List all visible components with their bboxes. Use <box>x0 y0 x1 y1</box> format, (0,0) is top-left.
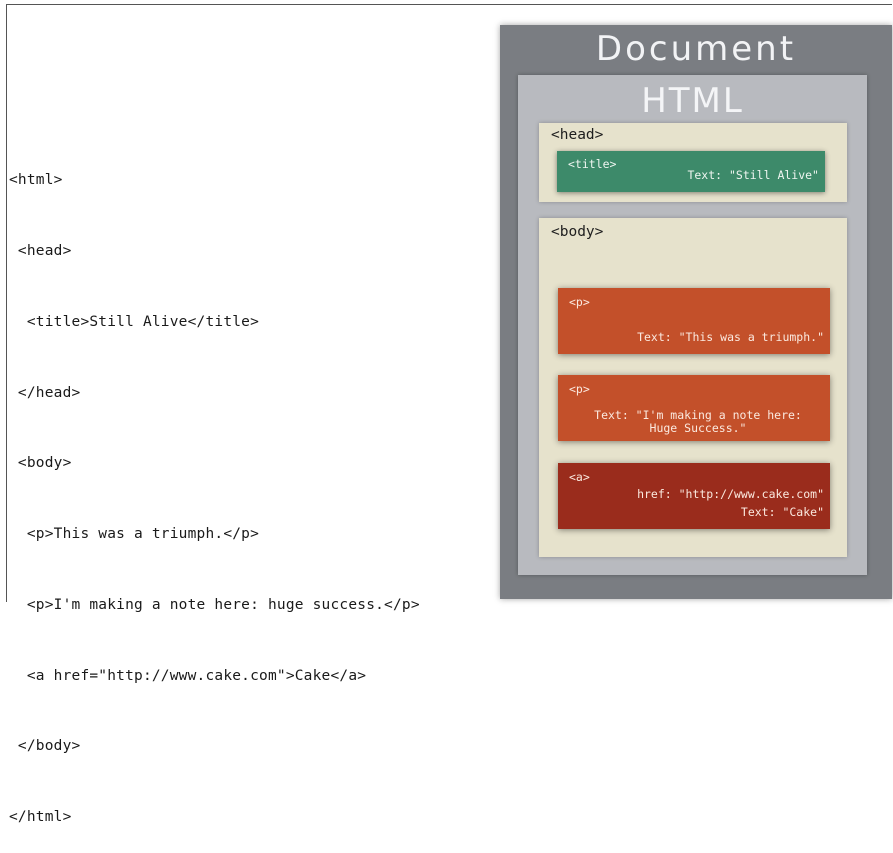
html-label: HTML <box>641 81 744 121</box>
p2-text-line-2: Huge Success." <box>649 421 747 435</box>
a-text: Text: "Cake" <box>740 505 824 519</box>
title-text: Text: "Still Alive" <box>687 168 819 182</box>
anchor-node: <a> href: "http://www.cake.com" Text: "C… <box>558 463 830 529</box>
document-node: Document HTML <head> <title> Text: "Stil… <box>500 25 892 599</box>
html-node: HTML <head> <title> Text: "Still Alive" … <box>518 75 867 575</box>
code-line: <p>I'm making a note here: huge success.… <box>9 596 420 613</box>
a-href: href: "http://www.cake.com" <box>637 487 824 501</box>
code-line: <body> <box>9 455 72 472</box>
paragraph-node-1: <p> Text: "This was a triumph." <box>558 288 830 354</box>
code-line: <a href="http://www.cake.com">Cake</a> <box>9 667 367 684</box>
html-source-code: <html> <head> <title>Still Alive</title>… <box>9 122 420 853</box>
code-line: <title>Still Alive</title> <box>9 313 260 330</box>
title-element-node: <title> Text: "Still Alive" <box>557 151 825 192</box>
head-label: <head> <box>551 127 604 143</box>
code-line: </body> <box>9 738 81 755</box>
head-node: <head> <title> Text: "Still Alive" <box>539 123 847 202</box>
code-line: </html> <box>9 809 72 826</box>
title-tag: <title> <box>568 157 617 171</box>
p1-tag: <p> <box>569 295 590 309</box>
paragraph-node-2: <p> Text: "I'm making a note here: Huge … <box>558 375 830 441</box>
body-label: <body> <box>551 224 604 240</box>
p2-tag: <p> <box>569 382 590 396</box>
code-line: <p>This was a triumph.</p> <box>9 526 260 543</box>
body-node: <body> <p> Text: "This was a triumph." <… <box>539 218 847 557</box>
code-line: <html> <box>9 172 63 189</box>
code-line: <head> <box>9 242 72 259</box>
a-tag: <a> <box>569 470 590 484</box>
p1-text: Text: "This was a triumph." <box>637 330 824 344</box>
code-line: </head> <box>9 384 81 401</box>
document-label: Document <box>595 29 797 69</box>
